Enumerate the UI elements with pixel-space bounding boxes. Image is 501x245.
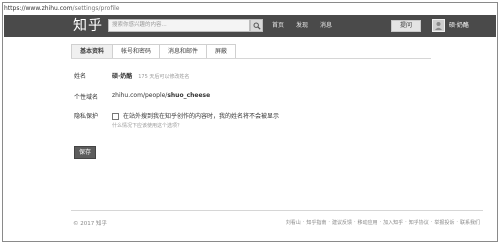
footer-link[interactable]: 建议反馈	[332, 219, 352, 226]
tab-notifications-email[interactable]: 消息和邮件	[159, 44, 208, 59]
nav-link-messages[interactable]: 消息	[320, 15, 332, 37]
tab-basic-profile[interactable]: 基本资料	[71, 44, 114, 59]
search-button[interactable]	[250, 19, 263, 32]
footer-links: 刘看山 · 知乎指南 · 建议反馈 · 移动应用 · 加入知乎 · 知乎协议 · 举报投诉 ·…	[285, 219, 480, 226]
footer-link[interactable]: 知乎指南	[306, 219, 326, 226]
privacy-help-link[interactable]: 什么情况下应该使用这个选项？	[112, 122, 182, 129]
name-hint: 175 天后可以修改姓名	[138, 74, 190, 80]
name-value-group: 硕·奶酪 175 天后可以修改姓名	[112, 71, 189, 80]
nav-link-explore[interactable]: 发现	[296, 15, 308, 37]
ask-button[interactable]: 提问	[391, 20, 421, 32]
browser-frame	[2, 2, 498, 242]
nav-link-home[interactable]: 首页	[272, 15, 284, 37]
tab-block[interactable]: 屏蔽	[206, 44, 237, 59]
avatar[interactable]	[432, 19, 445, 32]
nav-links: 首页 发现 消息	[272, 15, 332, 37]
footer-divider	[71, 210, 483, 211]
tab-divider	[71, 58, 431, 59]
domain-value[interactable]: shuo_cheese	[167, 92, 210, 99]
copyright: © 2017 知乎	[73, 221, 107, 227]
search-icon	[253, 22, 261, 30]
name-label: 姓名	[74, 73, 87, 80]
domain-prefix: zhihu.com/people/	[112, 92, 168, 99]
footer-link[interactable]: 知乎协议	[409, 219, 429, 226]
user-avatar-icon	[435, 22, 442, 30]
footer-link[interactable]: 移动应用	[358, 219, 378, 226]
privacy-checkbox[interactable]	[112, 113, 119, 120]
username[interactable]: 硕·奶酪	[449, 18, 469, 34]
tab-account-password[interactable]: 帐号和密码	[112, 44, 161, 59]
domain-value-group: zhihu.com/people/shuo_cheese	[112, 92, 210, 99]
privacy-label: 隐私保护	[74, 113, 99, 120]
address-bar[interactable]: https://www.zhihu.com/settings/profile	[4, 4, 496, 14]
search-input[interactable]: 搜索你感兴趣的内容...	[108, 19, 250, 32]
save-button[interactable]: 保存	[74, 146, 96, 159]
privacy-option-group: 在站外搜到我在知乎创作的内容时，我的姓名将不会被显示	[112, 111, 279, 120]
privacy-option-text: 在站外搜到我在知乎创作的内容时，我的姓名将不会被显示	[123, 113, 280, 120]
footer-link[interactable]: 联系我们	[460, 219, 480, 226]
url-path: /settings/profile	[72, 5, 120, 12]
settings-tabs: 基本资料 帐号和密码 消息和邮件 屏蔽	[71, 44, 237, 59]
url-host: www.zhihu.com	[25, 5, 73, 12]
zhihu-logo[interactable]: 知乎	[73, 17, 103, 35]
domain-label: 个性域名	[74, 94, 99, 101]
top-nav: 知乎 搜索你感兴趣的内容... 首页 发现 消息 提问 硕·奶酪	[4, 15, 496, 37]
footer-link[interactable]: 刘看山	[286, 219, 301, 226]
url-prefix: https://	[4, 5, 26, 12]
name-value: 硕·奶酪	[112, 73, 133, 80]
footer-link[interactable]: 加入知乎	[383, 219, 403, 226]
footer-link[interactable]: 举报投诉	[434, 219, 454, 226]
